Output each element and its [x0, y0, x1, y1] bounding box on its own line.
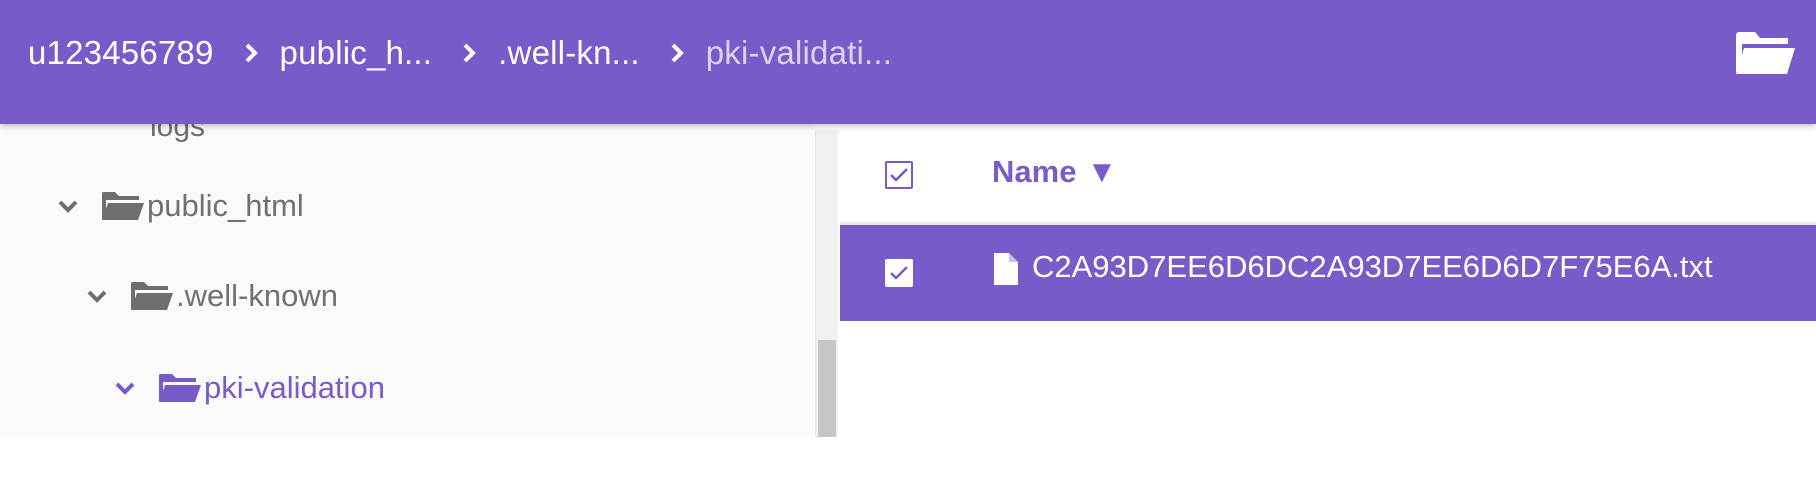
chevron-right-icon — [670, 42, 684, 64]
window-bottom-edge — [0, 437, 1816, 477]
folder-open-icon — [101, 189, 145, 223]
tree-item-public-html[interactable]: public_html — [55, 178, 304, 234]
breadcrumb: u123456789 public_h... .well-kn... pki-v… — [28, 0, 892, 106]
table-row[interactable]: C2A93D7EE6D6DC2A93D7EE6D6D7F75E6A.txt — [840, 225, 1816, 321]
breadcrumb-item-root[interactable]: u123456789 — [28, 34, 214, 72]
chevron-right-icon — [462, 42, 477, 64]
check-icon — [890, 168, 908, 182]
chevron-right-icon — [244, 42, 258, 64]
folder-open-icon[interactable] — [1734, 28, 1796, 83]
chevron-down-icon[interactable] — [55, 199, 81, 213]
tree-item-label: public_html — [147, 188, 304, 223]
file-name: C2A93D7EE6D6DC2A93D7EE6D6D7F75E6A.txt — [1032, 249, 1713, 284]
folder-tree: logs public_html .well-known pki-validat… — [0, 124, 815, 437]
name-column-header[interactable]: Name ▼ — [992, 148, 1117, 196]
tree-item-label: .well-known — [176, 278, 338, 313]
check-icon — [890, 266, 908, 280]
chevron-down-icon[interactable] — [84, 289, 110, 303]
folder-open-icon — [158, 371, 202, 405]
tree-item-pki-validation[interactable]: pki-validation — [112, 360, 385, 416]
name-header-label: Name — [992, 154, 1077, 189]
scrollbar-thumb[interactable] — [818, 340, 836, 437]
tree-item-partial[interactable]: logs — [150, 124, 205, 144]
breadcrumb-item-public-html[interactable]: public_h... — [280, 34, 433, 72]
file-list: Name ▼ C2A93D7EE6D6DC2A93D7EE6D6D7F75E6A… — [840, 124, 1816, 437]
breadcrumb-item-well-known[interactable]: .well-kn... — [498, 34, 640, 72]
sort-desc-icon: ▼ — [1086, 154, 1118, 189]
list-header: Name ▼ — [840, 124, 1816, 225]
tree-item-label: pki-validation — [204, 370, 385, 405]
top-bar: u123456789 public_h... .well-kn... pki-v… — [0, 0, 1816, 124]
tree-item-well-known[interactable]: .well-known — [84, 268, 338, 324]
chevron-down-icon[interactable] — [112, 381, 138, 395]
file-icon — [994, 253, 1018, 290]
folder-open-icon — [130, 279, 174, 313]
select-all-checkbox[interactable] — [885, 161, 913, 189]
tree-scrollbar[interactable] — [815, 130, 838, 437]
row-checkbox[interactable] — [885, 259, 913, 287]
breadcrumb-item-pki-validation[interactable]: pki-validati... — [706, 34, 892, 72]
